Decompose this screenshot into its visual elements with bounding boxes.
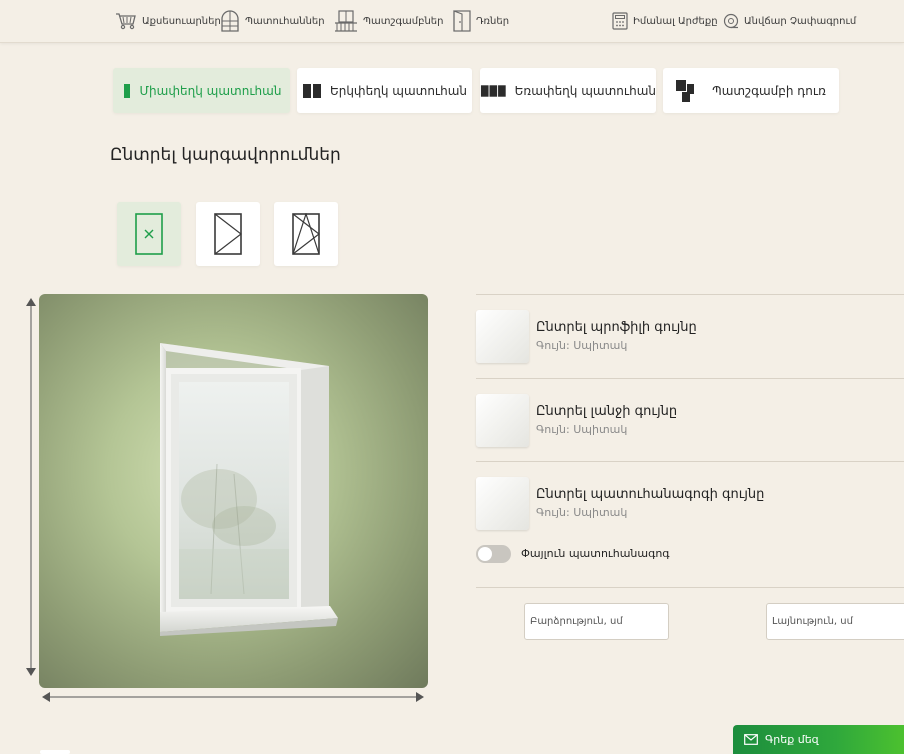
- single-pane-icon: [123, 83, 130, 98]
- height-input[interactable]: [524, 603, 669, 640]
- tab-double-sash[interactable]: Երկփեղկ պատուհան: [297, 68, 472, 113]
- tilt-turn-sash-icon: [292, 213, 320, 255]
- tab-balcony-door-label: Պատշգամբի դուռ: [712, 83, 826, 98]
- sash-fixed[interactable]: [117, 202, 181, 266]
- tab-double-label: Երկփեղկ պատուհան: [329, 83, 468, 98]
- sill-color-swatch[interactable]: [476, 477, 529, 530]
- profile-color-option[interactable]: Ընտրել պրոֆիլի գույնը Գույն: Սպիտակ: [476, 294, 904, 378]
- settings-title: Ընտրել կարգավորումներ: [110, 145, 341, 165]
- fixed-sash-icon: [135, 213, 163, 255]
- toggle-knob: [478, 547, 492, 561]
- window-arch-icon: [221, 10, 239, 32]
- width-input[interactable]: [766, 603, 904, 640]
- top-navigation: Աքսեսուարներ Պատուհաններ Պատշգամբներ Դռն…: [0, 0, 904, 43]
- height-dimension-arrow: [26, 298, 36, 676]
- write-us-label: Գրեք մեզ: [765, 733, 819, 746]
- tab-single-sash[interactable]: Միափեղկ պատուհան: [113, 68, 290, 113]
- nav-balconies-label: Պատշգամբներ: [363, 15, 444, 27]
- hinge-color-value: Գույն: Սպիտակ: [536, 423, 628, 436]
- sash-tilt-turn[interactable]: [274, 202, 338, 266]
- cart-icon: [116, 13, 136, 30]
- glossy-sill-label: Փայլուն պատուհանագոգ: [521, 547, 670, 560]
- nav-accessories[interactable]: Աքսեսուարներ: [115, 10, 221, 32]
- width-dimension-arrow: [42, 692, 424, 702]
- hinge-color-option[interactable]: Ընտրել լանջի գույնը Գույն: Սպիտակ: [476, 378, 904, 462]
- sill-color-value: Գույն: Սպիտակ: [536, 506, 628, 519]
- calculator-icon: [612, 12, 628, 30]
- window-preview: [39, 294, 428, 688]
- bottom-chip: [40, 750, 70, 754]
- nav-price[interactable]: Իմանալ Արժեքը: [612, 10, 718, 32]
- triple-pane-icon: [480, 84, 506, 97]
- sill-color-title: Ընտրել պատուհանագոգի գույնը: [536, 487, 765, 502]
- nav-doors-label: Դռներ: [476, 15, 510, 27]
- mail-icon: [744, 734, 758, 745]
- tab-triple-sash[interactable]: Եռափեղկ պատուհան: [480, 68, 656, 113]
- tape-measure-icon: [723, 13, 739, 29]
- window-illustration: [160, 343, 338, 636]
- nav-accessories-label: Աքսեսուարներ: [142, 15, 221, 27]
- hinge-color-title: Ընտրել լանջի գույնը: [536, 404, 678, 419]
- options-divider: [476, 587, 904, 588]
- door-icon: [453, 10, 471, 32]
- nav-measure[interactable]: Անվճար Չափագրում: [723, 10, 856, 32]
- nav-windows[interactable]: Պատուհաններ: [220, 10, 325, 32]
- profile-color-title: Ընտրել պրոֆիլի գույնը: [536, 320, 697, 335]
- nav-doors[interactable]: Դռներ: [453, 10, 509, 32]
- tab-balcony-door[interactable]: Պատշգամբի դուռ: [663, 68, 839, 113]
- tab-single-label: Միափեղկ պատուհան: [139, 83, 282, 98]
- profile-color-value: Գույն: Սպիտակ: [536, 339, 628, 352]
- double-pane-icon: [302, 83, 321, 98]
- balcony-icon: [335, 10, 357, 32]
- balcony-door-icon: [676, 79, 695, 102]
- glossy-sill-toggle[interactable]: [476, 545, 511, 563]
- sash-side-hung[interactable]: [196, 202, 260, 266]
- sill-color-option[interactable]: Ընտրել պատուհանագոգի գույնը Գույն: Սպիտա…: [476, 461, 904, 545]
- nav-windows-label: Պատուհաններ: [245, 15, 325, 27]
- nav-balconies[interactable]: Պատշգամբներ: [334, 10, 443, 32]
- nav-measure-label: Անվճար Չափագրում: [744, 15, 857, 27]
- side-hung-sash-icon: [214, 213, 242, 255]
- hinge-color-swatch[interactable]: [476, 394, 529, 447]
- profile-color-swatch[interactable]: [476, 310, 529, 363]
- write-us-button[interactable]: Գրեք մեզ: [733, 725, 904, 754]
- nav-price-label: Իմանալ Արժեքը: [633, 15, 718, 27]
- tab-triple-label: Եռափեղկ պատուհան: [514, 83, 656, 98]
